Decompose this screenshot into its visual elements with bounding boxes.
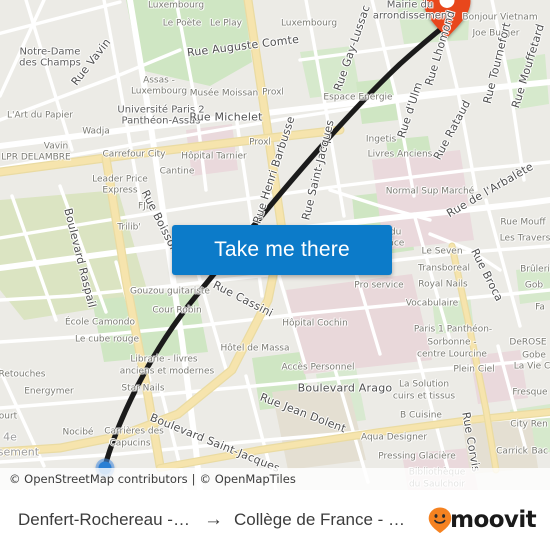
attribution-separator: | xyxy=(191,472,196,486)
map-canvas[interactable]: Le Poète Luxembourg Luxembourg Le Play Mairi… xyxy=(0,0,550,490)
moovit-logo[interactable]: moovit xyxy=(427,506,537,534)
map-attribution: © OpenStreetMap contributors | © OpenMap… xyxy=(0,468,550,490)
route-destination-label: Collège de France - Site... xyxy=(234,510,414,529)
moovit-trip-screen: Le Poète Luxembourg Luxembourg Le Play Mairi… xyxy=(0,0,550,550)
route-summary[interactable]: Denfert-Rochereau - Dag... → Collège de … xyxy=(18,509,419,531)
moovit-wordmark: moovit xyxy=(450,507,536,533)
take-me-there-button[interactable]: Take me there xyxy=(172,225,392,275)
arrow-right-icon: → xyxy=(204,509,223,530)
route-origin-label: Denfert-Rochereau - Dag... xyxy=(18,510,193,529)
trip-bottom-bar: Denfert-Rochereau - Dag... → Collège de … xyxy=(0,490,550,550)
attribution-openmaptiles[interactable]: © OpenMapTiles xyxy=(200,472,296,486)
attribution-osm[interactable]: © OpenStreetMap contributors xyxy=(9,472,188,486)
